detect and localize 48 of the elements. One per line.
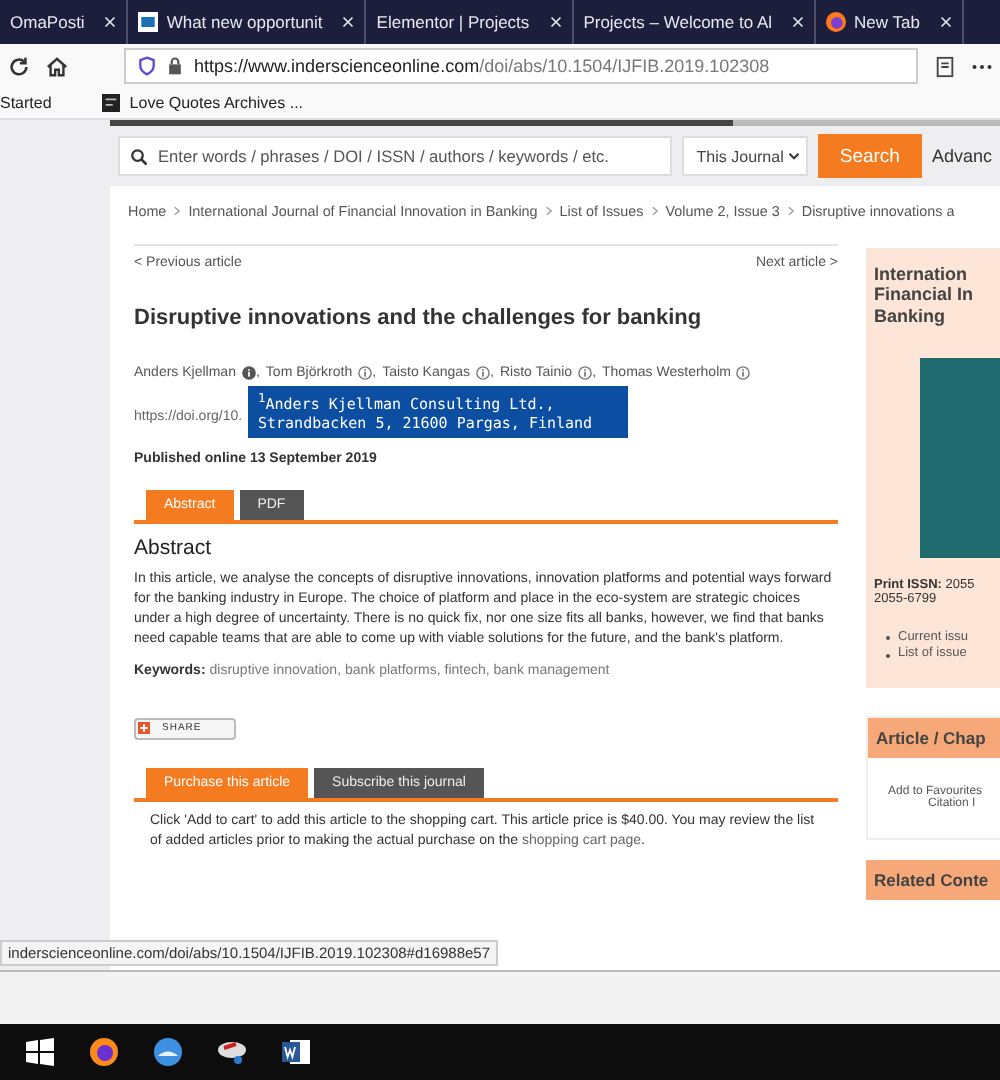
chevron-icon [174,206,181,216]
close-icon[interactable] [939,16,952,28]
reader-view-icon[interactable] [934,55,956,77]
info-icon[interactable] [241,366,256,380]
journal-title: Internation Financial In Banking [874,264,976,327]
close-icon[interactable] [792,16,805,28]
tab-title: OmaPosti [10,12,85,32]
bookmark[interactable]: Love Quotes Archives ... [129,94,304,112]
tab-title: Projects – Welcome to Al [583,12,773,32]
tab-title: New Tab [854,12,920,32]
word-icon[interactable] [280,1036,312,1068]
article-title: Disruptive innovations and the challenges for banking [134,306,704,330]
chevron-icon [787,206,794,216]
window-icon [138,12,159,32]
search-icon [130,147,148,165]
home-icon[interactable] [46,55,68,77]
info-icon[interactable] [578,366,593,380]
advanced-search-link[interactable]: Advanc [931,146,992,166]
bookmark[interactable]: Started [0,94,52,112]
close-icon[interactable] [342,16,355,28]
chevron-icon [545,206,552,216]
plus-icon [138,722,150,735]
tab-title: Elementor | Projects [376,12,530,32]
lock-icon [166,56,184,76]
tab-title: What new opportunit [166,12,323,32]
reload-icon[interactable] [8,55,30,77]
info-icon[interactable] [736,366,751,380]
firefox-icon[interactable] [88,1036,120,1068]
app-icon[interactable] [216,1036,248,1068]
scope-dropdown[interactable]: This Journal [682,136,808,176]
firefox-icon [826,12,847,32]
chevron-icon [651,206,658,216]
abstract-heading: Abstract [134,536,214,560]
panel-header: Related Conte [866,859,1000,900]
close-icon[interactable] [549,16,562,28]
panel-header: Article / Chap [868,717,1000,758]
address-bar[interactable]: https://www.inderscienceonline.com/doi/abs/10.1504/IJFIB.2019.102308 [124,48,918,84]
info-icon[interactable] [358,366,373,380]
search-field[interactable]: Enter words / phrases / DOI / ISSN / authors / keywords / etc. [118,136,673,176]
more-icon[interactable] [972,63,992,69]
caret-icon [787,152,800,160]
url-text: https://www.inderscienceonline.com/doi/abs/10.1504/IJFIB.2019.102308 [194,56,770,76]
mail-app-icon[interactable] [152,1036,184,1068]
shield-icon [138,56,156,76]
windows-start-icon[interactable] [24,1036,56,1068]
close-icon[interactable] [104,16,117,28]
bookmark-favicon-icon [101,94,120,112]
info-icon[interactable] [476,366,491,380]
